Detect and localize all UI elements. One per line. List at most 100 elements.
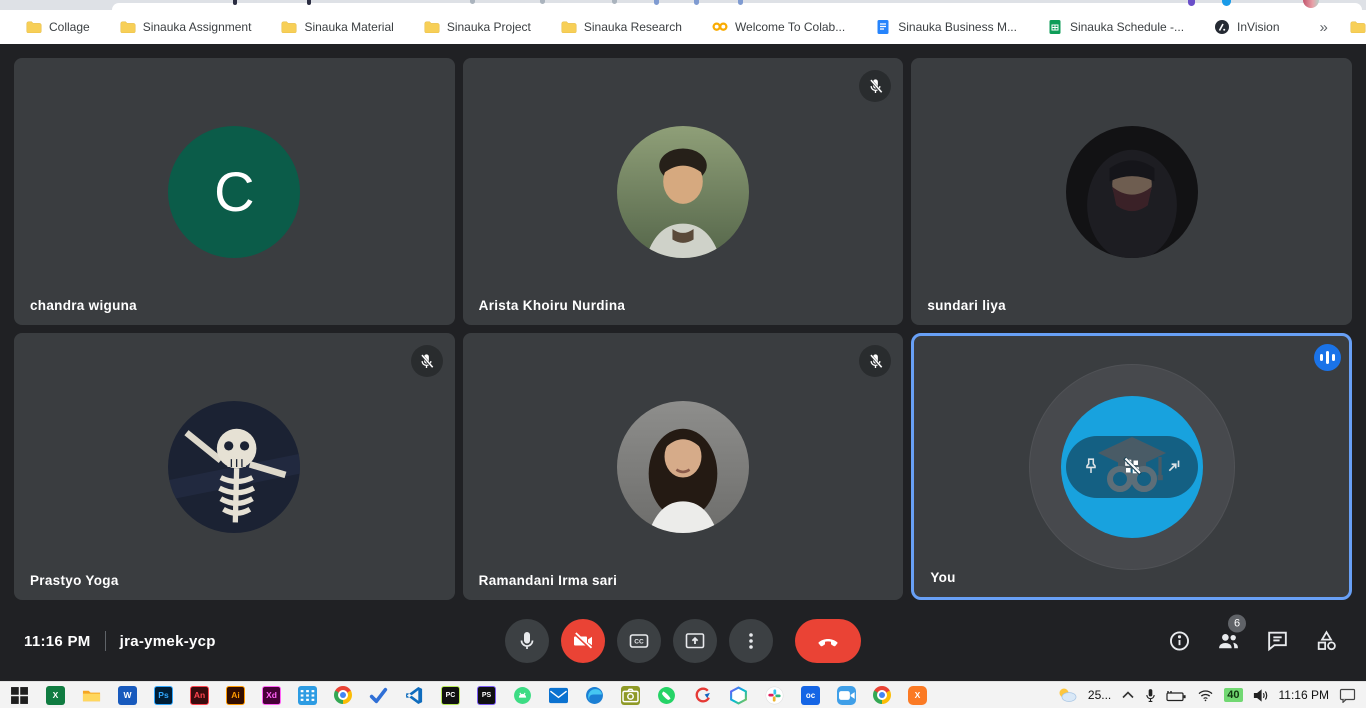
excel-glyph: X xyxy=(53,690,59,700)
tray-volume-icon[interactable] xyxy=(1253,689,1269,702)
meeting-panels: 6 xyxy=(1144,628,1340,655)
sheets-icon xyxy=(1047,19,1063,35)
taskbar-hexagon-app-icon[interactable] xyxy=(729,686,748,705)
taskbar-zoom-app-icon[interactable] xyxy=(837,686,856,705)
avatar-initial-letter: C xyxy=(214,159,254,224)
other-bookmarks[interactable]: Other bookmarks xyxy=(1350,19,1366,35)
taskbar-phpstorm-icon[interactable]: PS xyxy=(477,686,496,705)
meeting-details-button[interactable] xyxy=(1166,628,1193,655)
bookmark-sinauka-business[interactable]: Sinauka Business M... xyxy=(875,19,1017,35)
bookmark-sinauka-schedule[interactable]: Sinauka Schedule -... xyxy=(1047,19,1184,35)
taskbar-pycharm-icon[interactable]: PC xyxy=(441,686,460,705)
taskbar-android-studio-icon[interactable] xyxy=(513,686,532,705)
chat-button[interactable] xyxy=(1264,628,1291,655)
folder-icon xyxy=(561,19,577,35)
taskbar-edge-icon[interactable] xyxy=(585,686,604,705)
participant-name: Arista Khoiru Nurdina xyxy=(479,298,626,313)
participant-name: Prastyo Yoga xyxy=(30,573,119,588)
taskbar-xampp-icon[interactable]: X xyxy=(908,686,927,705)
grid-visibility-off-button[interactable] xyxy=(1120,455,1144,479)
pin-participant-button[interactable] xyxy=(1079,455,1103,479)
avatar-initial: C xyxy=(168,126,300,258)
taskbar-apps: X W Ps An Ai Xd PC PS xyxy=(0,686,927,705)
taskbar-illustrator-icon[interactable]: Ai xyxy=(226,686,245,705)
participant-tile-chandra[interactable]: C chandra wiguna xyxy=(14,58,455,325)
taskbar-vscode-icon[interactable] xyxy=(405,686,424,705)
minimize-tile-button[interactable] xyxy=(1161,455,1185,479)
tray-wifi-icon[interactable] xyxy=(1197,689,1214,702)
taskbar-mail-icon[interactable] xyxy=(549,686,568,705)
avatar-photo xyxy=(168,401,300,533)
avatar-wrap xyxy=(463,58,904,325)
taskbar-pen-tool-app-icon[interactable] xyxy=(693,686,712,705)
avatar-wrap xyxy=(911,58,1352,325)
bookmark-label: Sinauka Schedule -... xyxy=(1070,20,1184,34)
bookmark-label: Sinauka Assignment xyxy=(143,20,252,34)
participant-tile-ramandani[interactable]: Ramandani Irma sari xyxy=(463,333,904,600)
participants-count-badge: 6 xyxy=(1228,615,1246,633)
windows-taskbar: X W Ps An Ai Xd PC PS xyxy=(0,681,1366,708)
taskbar-chrome-active-icon[interactable] xyxy=(873,686,891,704)
taskbar-ocam-icon[interactable]: oc xyxy=(801,686,820,705)
taskbar-excel-icon[interactable]: X xyxy=(46,686,65,705)
participants-button[interactable]: 6 xyxy=(1215,628,1242,655)
bookmark-collage[interactable]: Collage xyxy=(26,19,90,35)
meeting-time: 11:16 PM xyxy=(24,633,91,650)
start-button[interactable] xyxy=(10,686,29,705)
toolbar-fragment xyxy=(233,0,237,5)
taskbar-todo-check-icon[interactable] xyxy=(369,686,388,705)
weather-temperature[interactable]: 25... xyxy=(1088,688,1111,702)
tray-battery-icon[interactable] xyxy=(1166,689,1187,702)
action-center-icon[interactable] xyxy=(1339,688,1356,703)
tray-clock[interactable]: 11:16 PM xyxy=(1279,688,1329,702)
mic-button[interactable] xyxy=(505,619,549,663)
ps-glyph: Ps xyxy=(158,690,168,700)
taskbar-adobe-xd-icon[interactable]: Xd xyxy=(262,686,281,705)
camera-off-button[interactable] xyxy=(561,619,605,663)
bookmarks-overflow-chevron[interactable]: » xyxy=(1310,19,1338,36)
tray-chevron-up-icon[interactable] xyxy=(1121,690,1135,700)
taskbar-camera-app-icon[interactable] xyxy=(621,686,640,705)
ocam-glyph: oc xyxy=(806,691,815,700)
present-button[interactable] xyxy=(673,619,717,663)
bookmarks-bar: Collage Sinauka Assignment Sinauka Mater… xyxy=(0,10,1366,44)
battery-percent-badge[interactable]: 40 xyxy=(1224,688,1242,702)
tray-microphone-icon[interactable] xyxy=(1145,688,1156,703)
taskbar-word-icon[interactable]: W xyxy=(118,686,137,705)
bookmark-label: Sinauka Business M... xyxy=(898,20,1017,34)
bookmark-sinauka-material[interactable]: Sinauka Material xyxy=(281,19,393,35)
phpstorm-glyph: PS xyxy=(482,692,491,699)
browser-chrome: Collage Sinauka Assignment Sinauka Mater… xyxy=(0,0,1366,44)
more-options-button[interactable] xyxy=(729,619,773,663)
participant-tile-you[interactable]: You xyxy=(911,333,1352,600)
address-bar-remnant xyxy=(0,0,1366,10)
participant-tile-arista[interactable]: Arista Khoiru Nurdina xyxy=(463,58,904,325)
invision-icon xyxy=(1214,19,1230,35)
taskbar-slack-icon[interactable] xyxy=(765,686,784,705)
docs-icon xyxy=(875,19,891,35)
bookmark-sinauka-assignment[interactable]: Sinauka Assignment xyxy=(120,19,252,35)
bookmark-colab[interactable]: Welcome To Colab... xyxy=(712,19,845,35)
weather-icon[interactable] xyxy=(1056,687,1078,703)
captions-button[interactable]: CC xyxy=(617,619,661,663)
participant-tile-sundari[interactable]: sundari liya xyxy=(911,58,1352,325)
toolbar-fragment xyxy=(694,0,699,5)
bookmark-sinauka-project[interactable]: Sinauka Project xyxy=(424,19,531,35)
xampp-glyph: X xyxy=(915,690,921,700)
folder-icon xyxy=(281,19,297,35)
participant-tile-prastyo[interactable]: Prastyo Yoga xyxy=(14,333,455,600)
activities-button[interactable] xyxy=(1313,628,1340,655)
hang-up-button[interactable] xyxy=(795,619,861,663)
participant-name: sundari liya xyxy=(927,298,1006,313)
taskbar-calendar-icon[interactable] xyxy=(298,686,317,705)
taskbar-chrome-icon[interactable] xyxy=(334,686,352,704)
bookmark-sinauka-research[interactable]: Sinauka Research xyxy=(561,19,682,35)
taskbar-photoshop-icon[interactable]: Ps xyxy=(154,686,173,705)
meet-control-bar: 11:16 PM jra-ymek-ycp CC xyxy=(0,601,1366,681)
avatar-wrap xyxy=(14,333,455,600)
taskbar-whatsapp-icon[interactable] xyxy=(657,686,676,705)
taskbar-animate-icon[interactable]: An xyxy=(190,686,209,705)
avatar-wrap xyxy=(463,333,904,600)
taskbar-file-explorer-icon[interactable] xyxy=(82,686,101,705)
bookmark-invision[interactable]: InVision xyxy=(1214,19,1279,35)
